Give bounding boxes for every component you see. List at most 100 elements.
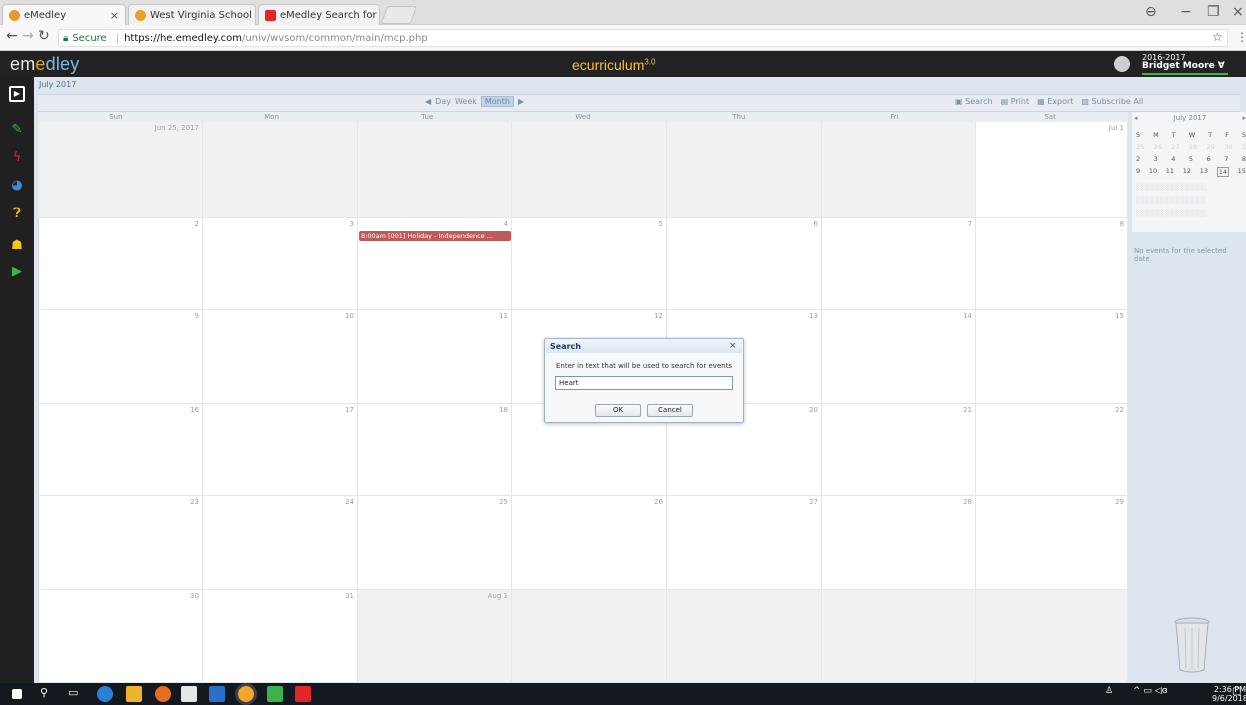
calendar-day-cell[interactable]: 25 xyxy=(358,496,512,590)
minimize-button[interactable]: − xyxy=(1180,4,1192,20)
week-view-button[interactable]: Week xyxy=(455,97,477,106)
mini-day[interactable]: 8 xyxy=(1242,155,1246,163)
firefox-icon[interactable] xyxy=(155,686,171,702)
calendar-day-cell[interactable]: 5 xyxy=(512,218,667,310)
bookmark-star-icon[interactable]: ☆ xyxy=(1212,30,1223,44)
export-button[interactable]: ▦ Export xyxy=(1037,97,1073,106)
calendar-day-cell[interactable]: 11 xyxy=(358,310,512,404)
calendar-day-cell[interactable]: 22 xyxy=(976,404,1128,496)
calendar-day-cell[interactable]: 29 xyxy=(976,496,1128,590)
app-red-icon[interactable] xyxy=(295,686,311,702)
help-icon[interactable]: ❓︎ xyxy=(9,206,25,222)
mini-day[interactable]: 13 xyxy=(1200,167,1208,177)
next-arrow-icon[interactable]: ▶ xyxy=(518,97,524,106)
calendar-day-cell[interactable]: 16 xyxy=(38,404,203,496)
calendar-day-cell[interactable]: 30 xyxy=(38,590,203,683)
prev-arrow-icon[interactable]: ◀ xyxy=(425,97,431,106)
mini-day[interactable]: 28 xyxy=(1189,143,1197,151)
ok-button[interactable]: OK xyxy=(595,404,641,417)
calendar-day-cell[interactable]: 15 xyxy=(976,310,1128,404)
print-button[interactable]: ▤ Print xyxy=(1001,97,1030,106)
calendar-day-cell[interactable] xyxy=(512,590,667,683)
play-icon[interactable]: ▶ xyxy=(9,264,25,280)
profile-icon[interactable]: ⊖ xyxy=(1145,4,1157,20)
cancel-button[interactable]: Cancel xyxy=(647,404,693,417)
task-view-icon[interactable]: ▭ xyxy=(68,686,84,702)
mini-day[interactable]: 15 xyxy=(1238,167,1246,177)
subscribe-button[interactable]: ▧ Subscribe All xyxy=(1081,97,1143,106)
mini-day[interactable]: 14 xyxy=(1216,167,1229,177)
calendar-day-cell[interactable]: 2 xyxy=(38,218,203,310)
search-input[interactable] xyxy=(555,376,733,390)
calendar-day-cell[interactable]: 23 xyxy=(38,496,203,590)
emedley-logo[interactable]: emedley xyxy=(10,54,79,75)
chrome-icon[interactable] xyxy=(238,686,254,702)
reload-icon[interactable]: ↻ xyxy=(38,28,50,44)
app-green-icon[interactable] xyxy=(267,686,283,702)
calendar-day-cell[interactable]: 28 xyxy=(822,496,976,590)
mini-day[interactable]: 26 xyxy=(1154,143,1162,151)
tray-icons[interactable]: ^ ▭ ◁ɞ xyxy=(1133,686,1193,702)
calendar-day-cell[interactable]: 3 xyxy=(203,218,358,310)
calendar-day-cell[interactable]: 10 xyxy=(203,310,358,404)
mini-day[interactable]: 25 xyxy=(1136,143,1144,151)
search-taskbar-icon[interactable]: ⚲ xyxy=(40,686,56,702)
mini-day[interactable]: 10 xyxy=(1149,167,1157,177)
calendar-day-cell[interactable] xyxy=(667,590,822,683)
start-icon[interactable] xyxy=(12,689,22,699)
user-menu[interactable]: 2016-2017 Bridget Moore ∀ xyxy=(1142,53,1242,75)
users-icon[interactable]: ☗ xyxy=(9,238,25,254)
lightning-icon[interactable]: ϟ xyxy=(9,150,25,166)
calendar-day-cell[interactable]: 14 xyxy=(822,310,976,404)
mini-day[interactable]: 12 xyxy=(1183,167,1191,177)
calendar-day-cell[interactable] xyxy=(358,122,512,218)
mini-day[interactable]: 5 xyxy=(1189,155,1193,163)
calendar-day-cell[interactable]: 18 xyxy=(358,404,512,496)
search-button[interactable]: ▣ Search xyxy=(955,97,993,106)
mini-day[interactable]: 7 xyxy=(1224,155,1228,163)
mini-day[interactable]: 27 xyxy=(1171,143,1179,151)
mini-day[interactable]: 2 xyxy=(1136,155,1140,163)
chart-icon[interactable]: ◕ xyxy=(9,178,25,194)
calendar-day-cell[interactable] xyxy=(976,590,1128,683)
edge-icon[interactable] xyxy=(97,686,113,702)
back-arrow-icon[interactable]: ← xyxy=(6,28,18,44)
calendar-day-cell[interactable] xyxy=(512,122,667,218)
day-view-button[interactable]: Day xyxy=(435,97,451,106)
mini-day[interactable]: 3 xyxy=(1154,155,1158,163)
pencil-icon[interactable]: ✎ xyxy=(9,122,25,138)
calendar-day-cell[interactable] xyxy=(667,122,822,218)
calendar-day-cell[interactable]: 27 xyxy=(667,496,822,590)
mini-month-label[interactable]: July 2017 xyxy=(1174,114,1207,124)
notification-icon[interactable]: ▢ xyxy=(1232,686,1246,702)
url-field[interactable]: 🔒︎ Secure | https://he.emedley.com /univ… xyxy=(58,29,1228,47)
calendar-day-cell[interactable]: Jun 25, 2017 xyxy=(38,122,203,218)
dialog-close-icon[interactable]: × xyxy=(729,340,737,353)
user-avatar-icon[interactable] xyxy=(1114,56,1130,72)
mini-day[interactable]: 11 xyxy=(1166,167,1174,177)
tab-wvsom[interactable]: West Virginia School of × xyxy=(128,4,256,25)
calendar-day-cell[interactable]: 24 xyxy=(203,496,358,590)
calendar-day-cell[interactable]: Jul 1 xyxy=(976,122,1128,218)
mini-day[interactable]: 29 xyxy=(1207,143,1215,151)
calendar-day-cell[interactable]: 31 xyxy=(203,590,358,683)
restore-button[interactable]: ❐ xyxy=(1207,4,1220,20)
mini-day[interactable]: 1 xyxy=(1242,143,1246,151)
calendar-day-cell[interactable] xyxy=(822,122,976,218)
outlook-icon[interactable] xyxy=(209,686,225,702)
calendar-day-cell[interactable]: 7 xyxy=(822,218,976,310)
close-tab-icon[interactable]: × xyxy=(110,9,119,22)
tab-youtube[interactable]: eMedley Search for Prev × xyxy=(258,4,380,25)
calendar-day-cell[interactable] xyxy=(822,590,976,683)
mini-day[interactable]: 30 xyxy=(1224,143,1232,151)
browser-menu-icon[interactable]: ⋮ xyxy=(1236,30,1246,44)
calendar-play-icon[interactable]: ▶ xyxy=(9,86,25,102)
calendar-event[interactable]: 8:00am [001] Holiday - Independence ... xyxy=(359,231,511,241)
calendar-day-cell[interactable]: 6 xyxy=(667,218,822,310)
file-explorer-icon[interactable] xyxy=(126,686,142,702)
calendar-day-cell[interactable]: 26 xyxy=(512,496,667,590)
month-view-button[interactable]: Month xyxy=(480,96,514,107)
tab-emedley[interactable]: eMedley × xyxy=(2,4,126,25)
store-icon[interactable] xyxy=(181,686,197,702)
mini-next-icon[interactable]: ▸ xyxy=(1242,114,1246,124)
